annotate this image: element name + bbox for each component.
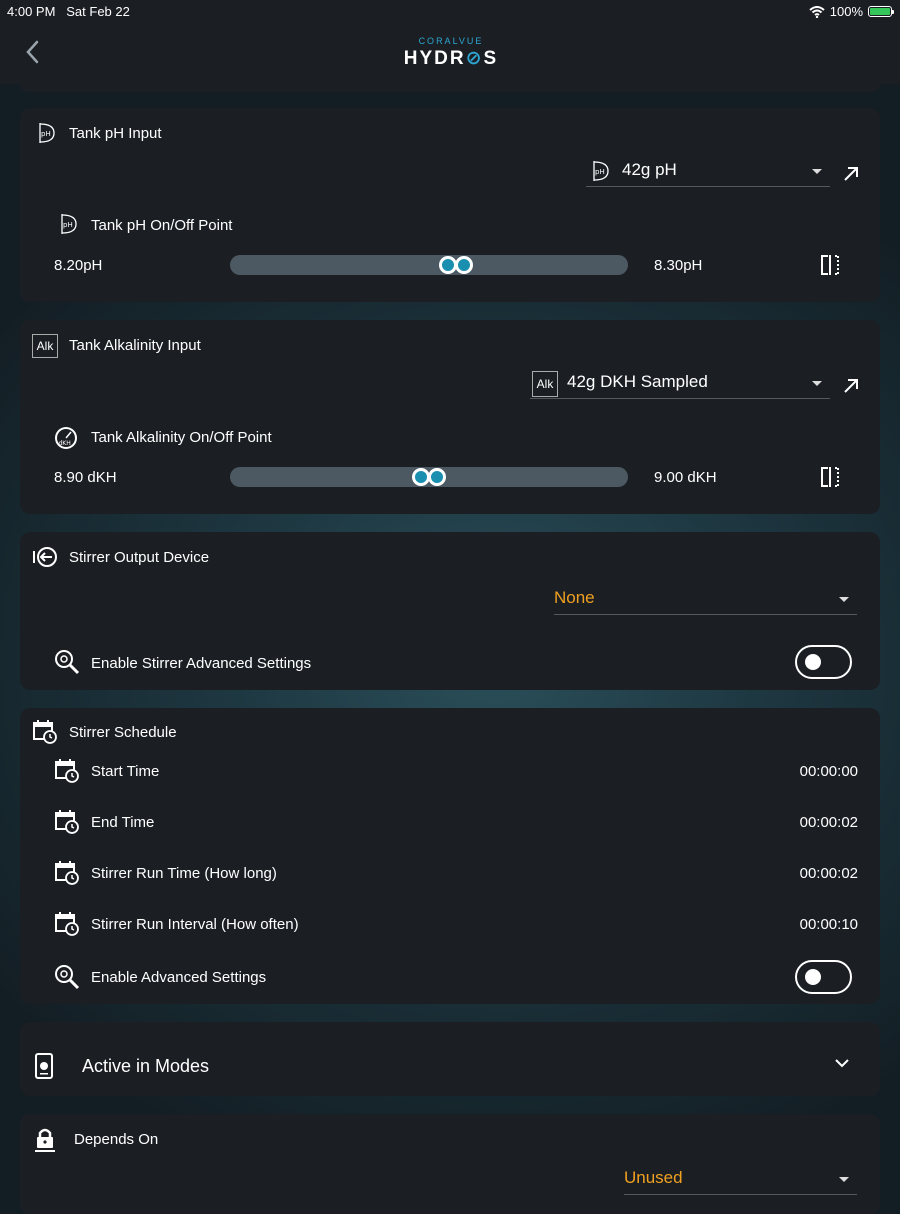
calendar-clock-icon — [55, 810, 79, 834]
status-bar: 4:00 PM Sat Feb 22 100% — [0, 0, 900, 22]
alk-input-card: Alk Tank Alkalinity Input Alk 42g DKH Sa… — [20, 320, 880, 514]
calendar-clock-icon — [55, 861, 79, 885]
card-title: Tank pH Input — [69, 125, 162, 142]
ph-icon: pH — [593, 161, 609, 181]
ph-input-select[interactable]: pH 42g pH — [586, 158, 830, 187]
dropdown-arrow-icon — [812, 381, 822, 386]
logo-product: HYDR⊘S — [403, 48, 499, 69]
gear-search-icon — [55, 965, 80, 990]
schedule-row-label: Stirrer Run Time (How long) — [91, 865, 277, 882]
card-title: Stirrer Output Device — [69, 549, 210, 566]
svg-text:pH: pH — [595, 168, 605, 176]
schedule-advanced-label: Enable Advanced Settings — [91, 969, 267, 986]
split-icon[interactable] — [819, 465, 843, 489]
toggle-knob — [805, 654, 821, 670]
lock-icon — [35, 1128, 55, 1152]
app-header: CORALVUE HYDR⊘S — [0, 22, 900, 84]
alk-input-value: 42g DKH Sampled — [567, 372, 708, 391]
app-logo: CORALVUE HYDR⊘S — [396, 36, 506, 72]
calendar-clock-icon — [33, 720, 57, 744]
battery-percent: 100% — [829, 4, 863, 19]
stirrer-advanced-toggle[interactable] — [795, 645, 852, 679]
schedule-advanced-toggle[interactable] — [795, 960, 852, 994]
alk-range-slider[interactable] — [230, 467, 628, 487]
gear-search-icon — [55, 650, 80, 675]
alk-onoff-label: Tank Alkalinity On/Off Point — [91, 429, 272, 446]
status-time: 4:00 PM — [7, 4, 56, 19]
depends-on-select[interactable]: Unused — [624, 1166, 857, 1195]
svg-text:pH: pH — [63, 221, 73, 229]
toggle-knob — [805, 969, 821, 985]
ph-max-label: 8.30pH — [654, 257, 703, 274]
wifi-icon — [809, 5, 825, 18]
schedule-row-value: 00:00:02 — [799, 814, 858, 831]
alk-icon: Alk — [32, 334, 58, 358]
back-chevron-icon[interactable] — [22, 36, 46, 68]
dropdown-arrow-icon — [839, 597, 849, 602]
stirrer-advanced-label: Enable Stirrer Advanced Settings — [91, 655, 312, 672]
card-title: Tank Alkalinity Input — [69, 337, 201, 354]
status-time-date: 4:00 PM Sat Feb 22 — [7, 4, 130, 19]
calendar-clock-icon — [55, 759, 79, 783]
svg-text:pH: pH — [41, 130, 51, 138]
external-link-icon[interactable] — [842, 165, 860, 183]
schedule-row-label: Start Time — [91, 763, 160, 780]
schedule-row-value: 00:00:10 — [799, 916, 858, 933]
ph-slider-high-handle[interactable] — [454, 256, 473, 274]
output-device-icon — [33, 547, 57, 567]
dkh-gauge-icon: dKH — [55, 427, 77, 449]
status-date: Sat Feb 22 — [66, 4, 130, 19]
ph-input-value: 42g pH — [622, 160, 677, 179]
stirrer-output-select[interactable]: None — [554, 586, 857, 615]
ph-range-slider[interactable] — [230, 255, 628, 275]
ph-onoff-label: Tank pH On/Off Point — [91, 217, 233, 234]
schedule-row-label: Stirrer Run Interval (How often) — [91, 916, 299, 933]
split-icon[interactable] — [819, 253, 843, 277]
alk-min-label: 8.90 dKH — [54, 469, 117, 486]
alk-input-select[interactable]: Alk 42g DKH Sampled — [530, 370, 830, 399]
schedule-row-label: End Time — [91, 814, 155, 831]
alk-max-label: 9.00 dKH — [654, 469, 717, 486]
battery-icon — [868, 6, 894, 17]
calendar-clock-icon — [55, 912, 79, 936]
stirrer-output-card: Stirrer Output Device None Enable Stirre… — [20, 532, 880, 690]
ph-min-label: 8.20pH — [54, 257, 103, 274]
active-modes-card[interactable]: Active in Modes — [20, 1022, 880, 1096]
card-title: Depends On — [74, 1131, 159, 1148]
stirrer-output-value: None — [554, 588, 595, 607]
schedule-row-value: 00:00:00 — [799, 763, 858, 780]
ph-icon: pH — [39, 123, 55, 143]
mode-icon — [35, 1053, 53, 1079]
dkh-gauge-text: dKH — [59, 440, 71, 447]
logo-brand: CORALVUE — [418, 36, 484, 46]
depends-on-card: Depends On Unused — [20, 1114, 880, 1214]
chevron-down-icon[interactable] — [834, 1058, 850, 1068]
dropdown-arrow-icon — [812, 169, 822, 174]
card-title: Active in Modes — [82, 1056, 210, 1076]
stirrer-schedule-card: Stirrer Schedule Start Time 00:00:00 End… — [20, 708, 880, 1004]
external-link-icon[interactable] — [842, 377, 860, 395]
alk-icon: Alk — [532, 371, 558, 397]
previous-card-edge — [20, 84, 880, 92]
ph-input-card: pH Tank pH Input pH 42g pH pH Tank pH On… — [20, 108, 880, 302]
card-title: Stirrer Schedule — [69, 724, 177, 741]
dropdown-arrow-icon — [839, 1177, 849, 1182]
schedule-row-value: 00:00:02 — [799, 865, 858, 882]
depends-on-value: Unused — [624, 1168, 683, 1187]
ph-icon: pH — [61, 214, 77, 234]
alk-slider-high-handle[interactable] — [428, 468, 446, 486]
